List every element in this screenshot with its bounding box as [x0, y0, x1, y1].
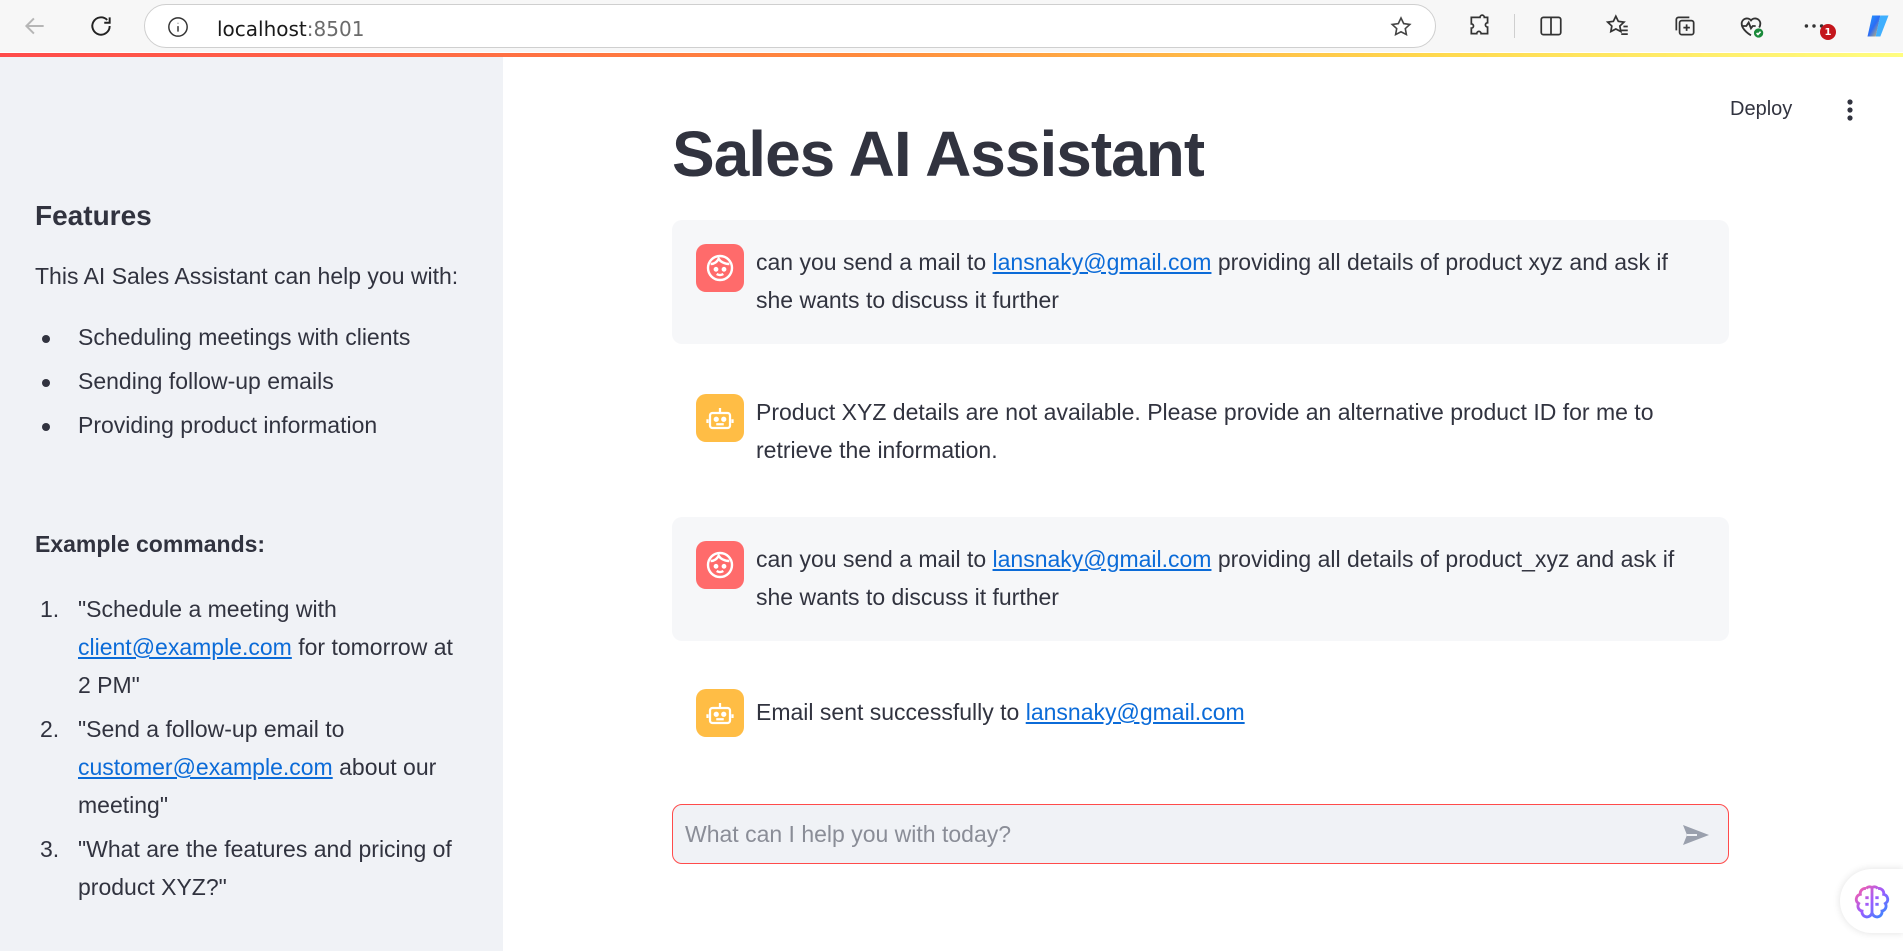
chat-message-user: can you send a mail to lansnaky@gmail.co…: [672, 517, 1729, 641]
chat-input-container: [672, 804, 1729, 864]
refresh-icon: [91, 16, 111, 36]
kebab-menu-icon[interactable]: [1836, 96, 1864, 124]
sidebar-intro: This AI Sales Assistant can help you wit…: [35, 263, 459, 289]
examples-list: 1. "Schedule a meeting with client@exampl…: [35, 590, 465, 912]
deploy-button[interactable]: Deploy: [1730, 93, 1792, 125]
sidebar: Features This AI Sales Assistant can hel…: [0, 57, 503, 951]
robot-icon: [706, 703, 734, 725]
example-text: "What are the features and pricing of pr…: [78, 836, 452, 900]
send-button[interactable]: [1680, 819, 1712, 851]
email-link[interactable]: client@example.com: [78, 634, 292, 660]
brain-icon: [1854, 885, 1890, 919]
message-text: can you send a mail to lansnaky@gmail.co…: [756, 540, 1705, 616]
page-title: Sales AI Assistant: [672, 118, 1205, 185]
robot-icon: [706, 408, 734, 430]
list-item: 3. "What are the features and pricing of …: [35, 830, 465, 906]
back-button[interactable]: [18, 9, 52, 43]
toolbar-divider: [1514, 14, 1515, 38]
collections-icon[interactable]: [1671, 12, 1699, 40]
send-icon: [1683, 825, 1709, 845]
notification-badge: 1: [1820, 24, 1836, 40]
sidebar-heading: Features: [35, 200, 152, 231]
split-screen-icon[interactable]: [1537, 12, 1565, 40]
refresh-button[interactable]: [84, 9, 118, 43]
list-number: 1.: [40, 596, 60, 622]
assistant-widget-button[interactable]: [1840, 869, 1903, 933]
url-text[interactable]: localhost:8501: [217, 17, 364, 41]
list-item: Providing product information: [35, 411, 475, 440]
back-arrow-icon: [24, 17, 44, 35]
browser-toolbar: localhost:8501 1: [0, 0, 1903, 52]
star-icon[interactable]: [1389, 15, 1413, 39]
copilot-icon[interactable]: [1864, 12, 1892, 40]
list-item: 2. "Send a follow-up email to customer@ex…: [35, 710, 465, 824]
list-item: Sending follow-up emails: [35, 367, 475, 396]
browser-essentials-icon[interactable]: [1737, 12, 1765, 40]
email-link[interactable]: customer@example.com: [78, 754, 333, 780]
message-text: Email sent successfully to lansnaky@gmai…: [756, 693, 1705, 731]
email-link[interactable]: lansnaky@gmail.com: [1026, 699, 1245, 725]
message-text: Product XYZ details are not available. P…: [756, 399, 1654, 463]
message-text-part: can you send a mail to: [756, 249, 993, 275]
info-icon[interactable]: [167, 16, 189, 38]
user-face-icon: [706, 254, 734, 282]
chat-message-assistant: Email sent successfully to lansnaky@gmai…: [672, 669, 1729, 759]
avatar: [696, 541, 744, 589]
examples-heading: Example commands:: [35, 531, 266, 557]
list-number: 3.: [40, 836, 60, 862]
favorites-icon[interactable]: [1604, 12, 1632, 40]
user-face-icon: [706, 551, 734, 579]
message-text-part: Email sent successfully to: [756, 699, 1026, 725]
avatar: [696, 689, 744, 737]
chat-input[interactable]: [685, 815, 1665, 853]
extensions-icon[interactable]: [1466, 12, 1494, 40]
features-list: Scheduling meetings with clients Sending…: [35, 323, 475, 455]
list-number: 2.: [40, 716, 60, 742]
email-link[interactable]: lansnaky@gmail.com: [993, 249, 1212, 275]
example-text: "Schedule a meeting with: [78, 596, 337, 622]
list-item: Scheduling meetings with clients: [35, 323, 475, 352]
url-port: :8501: [306, 17, 365, 41]
example-text: "Send a follow-up email to: [78, 716, 345, 742]
avatar: [696, 394, 744, 442]
address-bar[interactable]: localhost:8501: [144, 4, 1436, 48]
message-text: can you send a mail to lansnaky@gmail.co…: [756, 243, 1705, 319]
chat-message-assistant: Product XYZ details are not available. P…: [672, 370, 1729, 494]
list-item: 1. "Schedule a meeting with client@exampl…: [35, 590, 465, 704]
email-link[interactable]: lansnaky@gmail.com: [993, 546, 1212, 572]
url-host: localhost: [217, 17, 307, 41]
message-text-part: can you send a mail to: [756, 546, 993, 572]
chat-message-user: can you send a mail to lansnaky@gmail.co…: [672, 220, 1729, 344]
avatar: [696, 244, 744, 292]
